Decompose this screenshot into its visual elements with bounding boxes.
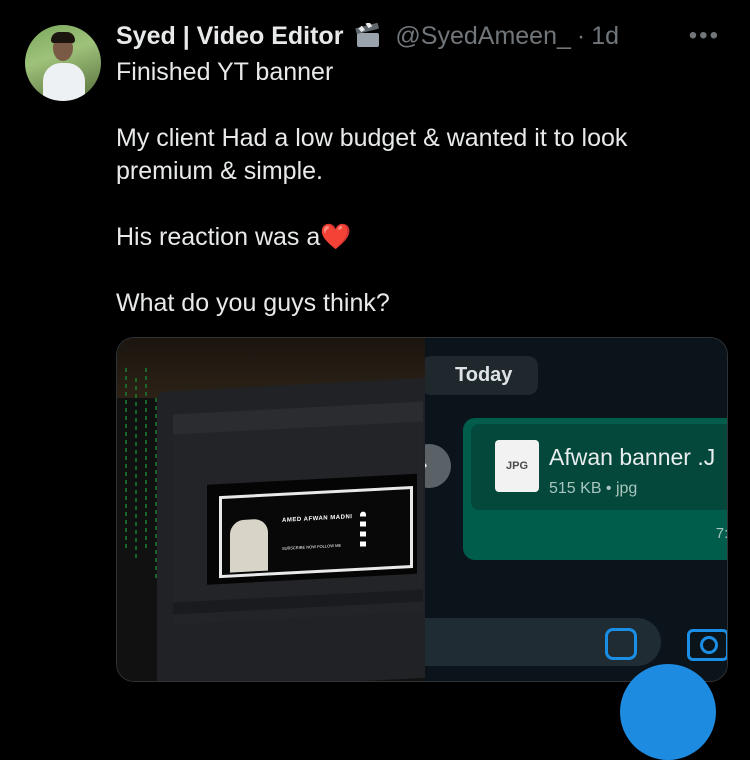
author-handle[interactable]: @SyedAmeen_ [395,22,570,51]
matrix-rain [125,368,127,548]
separator-dot: · [576,21,586,50]
banner-social-icons [360,511,366,552]
message-bubble: JPG Afwan banner .J 515 KB • jpg 7:40 [463,418,727,560]
design-canvas: AMED AFWAN MADNI SUBSCRIBE NOW FOLLOW ME [207,473,417,585]
tweet-line: What do you guys think? [116,289,390,317]
avatar-hair [51,32,75,43]
tweet-media[interactable]: AMED AFWAN MADNI SUBSCRIBE NOW FOLLOW ME… [116,337,728,682]
compose-fab[interactable] [620,664,716,760]
file-attachment: JPG Afwan banner .J 515 KB • jpg [471,424,727,510]
sticker-icon [605,628,637,660]
jpg-file-icon: JPG [495,440,539,492]
clapperboard-icon [353,21,383,49]
message-time: 7:40 [715,525,727,542]
date-chip: Today [425,356,539,395]
more-options-icon[interactable]: ••• [689,22,720,50]
whatsapp-screenshot[interactable]: Today JPG Afwan banner .J 515 KB • jpg 7… [425,338,727,681]
tweet-line: Finished YT banner [116,58,334,86]
banner-person [230,518,268,573]
matrix-rain [145,368,147,548]
tweet-text: Finished YT banner My client Had a low b… [116,56,716,320]
file-name: Afwan banner .J [549,444,716,470]
banner-subtitle: SUBSCRIBE NOW FOLLOW ME [282,542,342,551]
file-meta: 515 KB • jpg [549,480,638,497]
post-time[interactable]: 1d [591,22,619,51]
laptop-screen: AMED AFWAN MADNI SUBSCRIBE NOW FOLLOW ME [173,401,423,625]
avatar[interactable] [25,25,101,101]
forward-button: › [425,444,451,488]
tweet-header: Syed | Video Editor @SyedAmeen_ · 1d [116,20,619,52]
tweet-line: My client Had a low budget & wanted it t… [116,124,628,185]
author-name[interactable]: Syed | Video Editor [116,22,343,51]
tweet-line: His reaction was a❤️ [116,221,716,254]
heart-emoji: ❤️ [320,223,352,251]
taskbar [173,589,423,615]
camera-icon [687,629,727,661]
yt-banner: AMED AFWAN MADNI SUBSCRIBE NOW FOLLOW ME [219,485,413,579]
reaction-text: His reaction was a [116,223,321,251]
forward-icon: › [425,454,428,477]
laptop-photo[interactable]: AMED AFWAN MADNI SUBSCRIBE NOW FOLLOW ME [117,338,425,681]
matrix-rain [135,378,137,558]
avatar-shirt [43,63,85,101]
banner-title: AMED AFWAN MADNI [282,514,353,524]
